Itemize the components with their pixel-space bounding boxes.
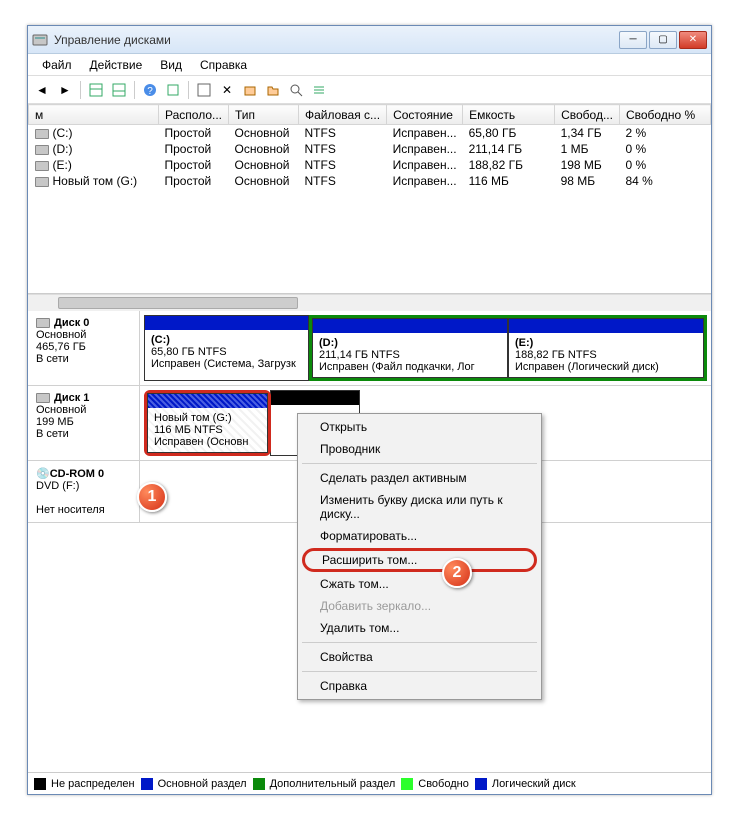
table-row[interactable]: Новый том (G:)ПростойОсновнойNTFSИсправе… — [29, 173, 711, 189]
refresh-icon[interactable] — [194, 80, 214, 100]
ctx-explorer[interactable]: Проводник — [300, 438, 539, 460]
ctx-help[interactable]: Справка — [300, 675, 539, 697]
partition-g-selected[interactable]: Новый том (G:) 116 МБ NTFS Исправен (Осн… — [144, 390, 271, 456]
menu-view[interactable]: Вид — [152, 56, 190, 74]
toolbar: ◄ ► ? ✕ — [28, 76, 711, 104]
ctx-shrink-volume[interactable]: Сжать том... — [300, 573, 539, 595]
app-icon — [32, 32, 48, 48]
disk-icon — [36, 318, 50, 328]
titlebar[interactable]: Управление дисками ─ ▢ ✕ — [28, 26, 711, 54]
table-row[interactable]: (D:)ПростойОсновнойNTFSИсправен...211,14… — [29, 141, 711, 157]
ctx-change-letter[interactable]: Изменить букву диска или путь к диску... — [300, 489, 539, 525]
menubar: Файл Действие Вид Справка — [28, 54, 711, 76]
ctx-add-mirror: Добавить зеркало... — [300, 595, 539, 617]
partition-e[interactable]: (E:) 188,82 ГБ NTFS Исправен (Логический… — [508, 318, 704, 378]
properties-icon[interactable] — [240, 80, 260, 100]
scrollbar-thumb[interactable] — [58, 297, 298, 309]
table-header-row[interactable]: м Располо... Тип Файловая с... Состояние… — [29, 105, 711, 125]
menu-help[interactable]: Справка — [192, 56, 255, 74]
annotation-badge-1: 1 — [137, 482, 167, 512]
svg-text:?: ? — [147, 86, 153, 97]
disk-0-row: Диск 0 Основной 465,76 ГБ В сети (C:) 65… — [28, 311, 711, 386]
ctx-open[interactable]: Открыть — [300, 416, 539, 438]
maximize-button[interactable]: ▢ — [649, 31, 677, 49]
horizontal-scrollbar[interactable] — [28, 294, 711, 311]
legend: Не распределен Основной раздел Дополните… — [28, 772, 711, 794]
partition-d[interactable]: (D:) 211,14 ГБ NTFS Исправен (Файл подка… — [312, 318, 508, 378]
ctx-extend-volume[interactable]: Расширить том... — [302, 548, 537, 572]
open-icon[interactable] — [263, 80, 283, 100]
ctx-make-active[interactable]: Сделать раздел активным — [300, 467, 539, 489]
close-button[interactable]: ✕ — [679, 31, 707, 49]
view-bottom-icon[interactable] — [109, 80, 129, 100]
back-icon[interactable]: ◄ — [32, 80, 52, 100]
window-title: Управление дисками — [54, 33, 619, 47]
annotation-badge-2: 2 — [442, 558, 472, 588]
cdrom-icon: 💿 — [36, 468, 50, 480]
list-icon[interactable] — [309, 80, 329, 100]
context-menu: Открыть Проводник Сделать раздел активны… — [297, 413, 542, 700]
disk-icon — [36, 393, 50, 403]
search-icon[interactable] — [286, 80, 306, 100]
help-icon[interactable]: ? — [140, 80, 160, 100]
settings-icon[interactable] — [163, 80, 183, 100]
minimize-button[interactable]: ─ — [619, 31, 647, 49]
table-row[interactable]: (E:)ПростойОсновнойNTFSИсправен...188,82… — [29, 157, 711, 173]
delete-icon[interactable]: ✕ — [217, 80, 237, 100]
partition-c[interactable]: (C:) 65,80 ГБ NTFS Исправен (Система, За… — [144, 315, 309, 381]
table-row[interactable]: (C:)ПростойОсновнойNTFSИсправен...65,80 … — [29, 125, 711, 142]
ctx-format[interactable]: Форматировать... — [300, 525, 539, 547]
ctx-delete-volume[interactable]: Удалить том... — [300, 617, 539, 639]
menu-file[interactable]: Файл — [34, 56, 80, 74]
volume-list: м Располо... Тип Файловая с... Состояние… — [28, 104, 711, 294]
menu-action[interactable]: Действие — [82, 56, 151, 74]
ctx-properties[interactable]: Свойства — [300, 646, 539, 668]
view-top-icon[interactable] — [86, 80, 106, 100]
forward-icon[interactable]: ► — [55, 80, 75, 100]
